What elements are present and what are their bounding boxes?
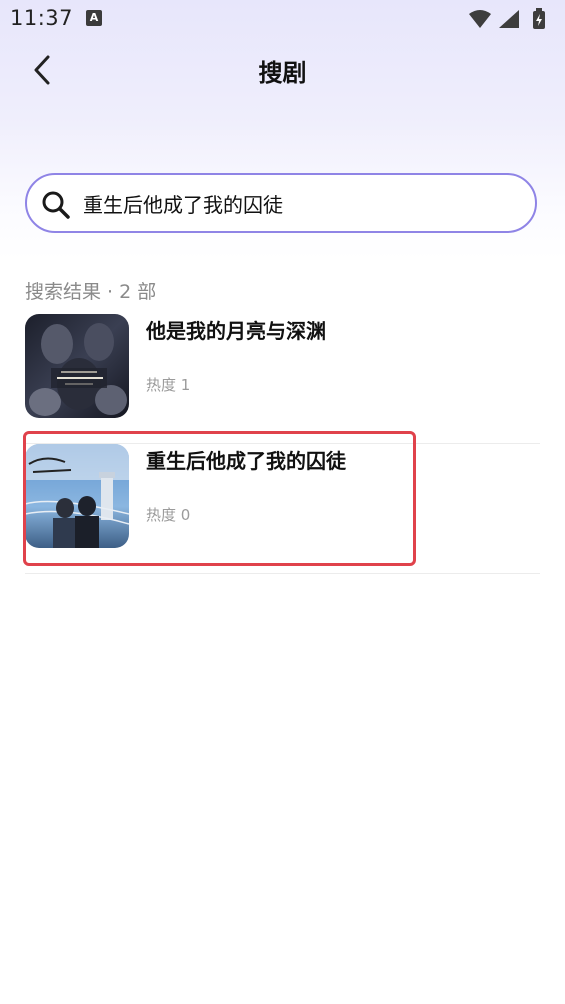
results-count-label: 搜索结果 · 2 部	[25, 281, 157, 303]
result-item-1[interactable]: 他是我的月亮与深渊 热度 1	[25, 314, 540, 444]
search-icon	[42, 191, 70, 219]
search-input[interactable]	[83, 185, 513, 221]
status-icons	[469, 8, 545, 29]
battery-icon	[533, 8, 545, 29]
result-heat: 热度 0	[146, 506, 191, 524]
result-item-2[interactable]: 重生后他成了我的囚徒 热度 0	[25, 444, 540, 574]
divider	[25, 573, 540, 574]
result-title: 重生后他成了我的囚徒	[146, 449, 346, 473]
notification-badge-icon: A	[86, 10, 102, 26]
signal-icon	[499, 10, 519, 28]
status-bar: 11:37 A	[0, 0, 565, 38]
result-title: 他是我的月亮与深渊	[146, 319, 326, 343]
result-heat: 热度 1	[146, 376, 191, 394]
status-time: 11:37	[10, 6, 74, 30]
drama-cover-image	[25, 314, 129, 418]
page-title: 搜剧	[258, 59, 307, 87]
search-bar[interactable]	[25, 173, 537, 233]
wifi-icon	[469, 10, 491, 28]
drama-cover-image	[25, 444, 129, 548]
